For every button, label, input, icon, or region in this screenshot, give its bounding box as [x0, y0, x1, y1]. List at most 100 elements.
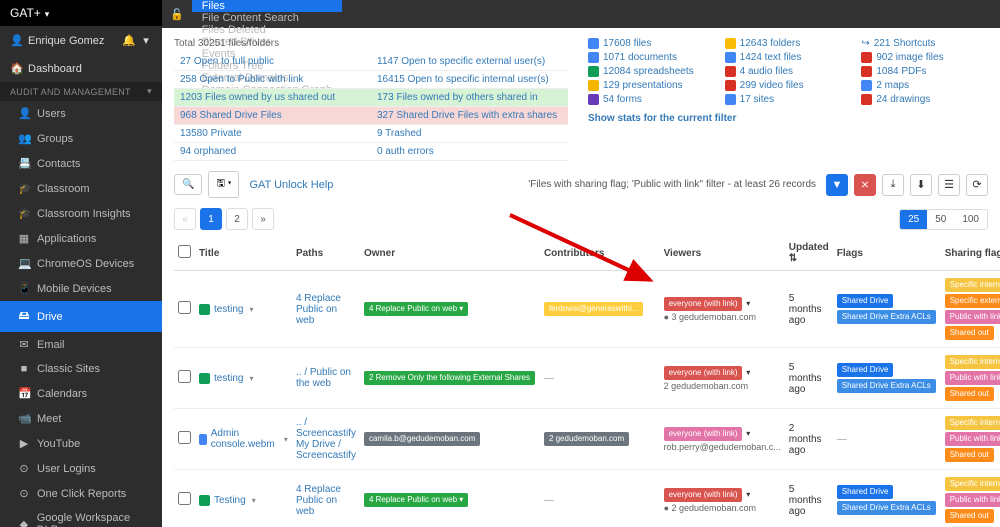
sidebar-item-email[interactable]: ✉Email [0, 332, 162, 357]
page-next[interactable]: » [252, 208, 274, 230]
sidebar-item-users[interactable]: 👤Users [0, 101, 162, 126]
sidebar-item-groups[interactable]: 👥Groups [0, 126, 162, 151]
row-checkbox[interactable] [178, 431, 191, 444]
stat-link[interactable]: 327 Shared Drive Files with extra shares [371, 107, 568, 125]
page-size-option[interactable]: 50 [927, 210, 954, 229]
file-path[interactable]: .. / ScreencastifyMy Drive / Screencasti… [292, 409, 360, 470]
page-2[interactable]: 2 [226, 208, 248, 230]
stat-link[interactable]: 1147 Open to specific external user(s) [371, 53, 568, 71]
type-link[interactable]: ↪ 221 Shortcuts [861, 38, 988, 49]
stat-link[interactable]: 0 auth errors [371, 143, 568, 161]
row-checkbox[interactable] [178, 370, 191, 383]
sidebar-item-contacts[interactable]: 📇Contacts [0, 151, 162, 176]
brand[interactable]: GAT+ [0, 0, 162, 26]
file-owner[interactable]: 4 Replace Public on web ▾ [360, 470, 540, 527]
sidebar-item-mobile-devices[interactable]: 📱Mobile Devices [0, 276, 162, 301]
type-link[interactable]: 17608 files [588, 38, 715, 49]
column-header[interactable] [174, 236, 195, 271]
file-path[interactable]: 4 Replace Public on web [292, 470, 360, 527]
chevron-down-icon[interactable]: ▾ [746, 368, 750, 377]
type-link[interactable]: 12643 folders [725, 38, 852, 49]
stat-link[interactable]: 94 orphaned [174, 143, 371, 161]
column-header[interactable]: Updated ⇅ [785, 236, 833, 271]
type-link[interactable]: 1084 PDFs [861, 66, 988, 77]
file-title[interactable]: Testing [199, 495, 288, 506]
file-owner[interactable]: camila.b@gedudemoban.com [360, 409, 540, 470]
file-title[interactable]: testing [199, 373, 288, 384]
stat-link[interactable]: 9 Trashed [371, 125, 568, 143]
column-header[interactable]: Owner [360, 236, 540, 271]
page-size[interactable]: 2550100 [899, 209, 988, 230]
columns-icon[interactable]: ☰ [938, 174, 960, 196]
chevron-down-icon[interactable]: ▾ [140, 34, 152, 47]
section-audit-header[interactable]: AUDIT AND MANAGEMENT ▾ [0, 82, 162, 101]
sidebar-item-chromeos-devices[interactable]: 💻ChromeOS Devices [0, 251, 162, 276]
tab-files[interactable]: Files [192, 0, 342, 12]
sidebar-item-classroom[interactable]: 🎓Classroom [0, 176, 162, 201]
tab-files-deleted[interactable]: Files Deleted [192, 24, 342, 36]
type-link[interactable]: 17 sites [725, 94, 852, 105]
sidebar-item-google-workspace-dlp[interactable]: ◆Google Workspace DLP [0, 506, 162, 527]
nav-dashboard[interactable]: 🏠 Dashboard [0, 55, 162, 82]
stat-link[interactable]: 13580 Private [174, 125, 371, 143]
user-row[interactable]: 👤 Enrique Gomez 🔔 ▾ [0, 26, 162, 55]
file-owner[interactable]: 4 Replace Public on web ▾ [360, 271, 540, 348]
stat-link[interactable]: 968 Shared Drive Files [174, 107, 371, 125]
column-header[interactable]: Viewers [660, 236, 785, 271]
sidebar-item-classic-sites[interactable]: ■Classic Sites [0, 357, 162, 381]
type-link[interactable]: 902 image files [861, 52, 988, 63]
type-link[interactable]: 299 video files [725, 80, 852, 91]
download-icon[interactable]: ⬇ [910, 174, 932, 196]
chevron-down-icon[interactable]: ▾ [746, 490, 750, 499]
page-size-option[interactable]: 25 [900, 210, 927, 229]
lock-open-icon[interactable]: 🔓 [162, 0, 192, 28]
page-prev[interactable]: « [174, 208, 196, 230]
type-link[interactable]: 54 forms [588, 94, 715, 105]
select-all-checkbox[interactable] [178, 245, 191, 258]
sidebar-item-youtube[interactable]: ▶YouTube [0, 431, 162, 456]
clear-filter-icon[interactable]: ⨯ [854, 174, 876, 196]
type-link[interactable]: 4 audio files [725, 66, 852, 77]
file-owner[interactable]: 2 Remove Only the following External Sha… [360, 348, 540, 409]
chevron-down-icon[interactable]: ▾ [746, 429, 750, 438]
export-icon[interactable]: ⤓ [882, 174, 904, 196]
file-title[interactable]: Admin console.webm [199, 428, 288, 450]
page-1[interactable]: 1 [200, 208, 222, 230]
stat-link[interactable]: 258 Open to Public with link [174, 71, 371, 89]
column-header[interactable]: Flags [833, 236, 941, 271]
sidebar-item-calendars[interactable]: 📅Calendars [0, 381, 162, 406]
file-viewers[interactable]: everyone (with link) ▾● 3 gedudemoban.co… [660, 271, 785, 348]
type-link[interactable]: 2 maps [861, 80, 988, 91]
stat-link[interactable]: 1203 Files owned by us shared out [174, 89, 371, 107]
filter-icon[interactable]: ▼ [826, 174, 848, 196]
file-path[interactable]: .. / Public on the web [292, 348, 360, 409]
column-header[interactable]: Contributors [540, 236, 660, 271]
column-header[interactable]: Paths [292, 236, 360, 271]
tab-file-content-search[interactable]: File Content Search [192, 12, 342, 24]
chevron-down-icon[interactable]: ▾ [746, 299, 750, 308]
stat-link[interactable]: 16415 Open to specific internal user(s) [371, 71, 568, 89]
save-button[interactable]: 🖫 ▾ [208, 171, 239, 198]
refresh-icon[interactable]: ⟳ [966, 174, 988, 196]
search-button[interactable]: 🔍 [174, 174, 202, 195]
type-link[interactable]: 1071 documents [588, 52, 715, 63]
column-header[interactable]: Title [195, 236, 292, 271]
sidebar-item-user-logins[interactable]: ⊙User Logins [0, 456, 162, 481]
sidebar-item-meet[interactable]: 📹Meet [0, 406, 162, 431]
type-link[interactable]: 129 presentations [588, 80, 715, 91]
file-path[interactable]: 4 Replace Public on web [292, 271, 360, 348]
file-viewers[interactable]: everyone (with link) ▾2 gedudemoban.com [660, 348, 785, 409]
show-stats-link[interactable]: Show stats for the current filter [588, 113, 736, 124]
unlock-help-link[interactable]: GAT Unlock Help [249, 179, 333, 191]
type-link[interactable]: 12084 spreadsheets [588, 66, 715, 77]
bell-icon[interactable]: 🔔 [122, 34, 134, 47]
row-checkbox[interactable] [178, 492, 191, 505]
sidebar-item-drive[interactable]: 🖴Drive [0, 301, 162, 332]
row-checkbox[interactable] [178, 301, 191, 314]
file-viewers[interactable]: everyone (with link) ▾rob.perry@gedudemo… [660, 409, 785, 470]
file-title[interactable]: testing [199, 304, 288, 315]
page-size-option[interactable]: 100 [954, 210, 987, 229]
type-link[interactable]: 24 drawings [861, 94, 988, 105]
file-viewers[interactable]: everyone (with link) ▾● 2 gedudemoban.co… [660, 470, 785, 527]
stat-link[interactable]: 27 Open to full public [174, 53, 371, 71]
